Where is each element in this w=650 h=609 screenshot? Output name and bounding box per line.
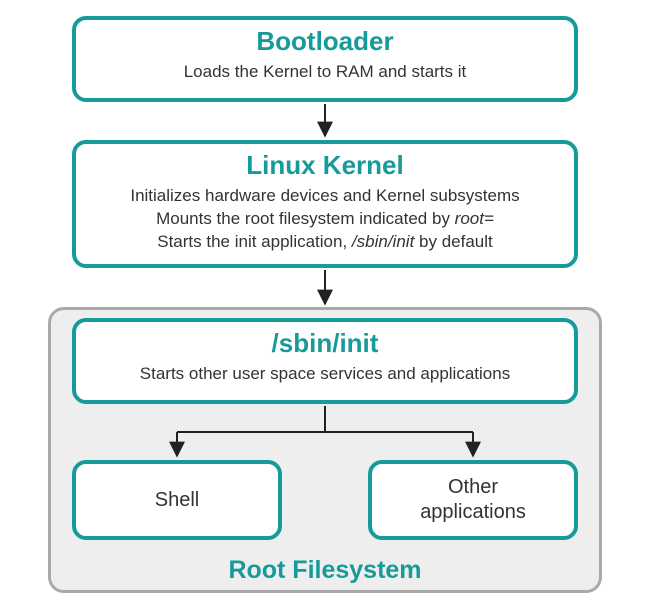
kernel-desc-line2-pre: Mounts the root filesystem indicated by [156, 209, 455, 228]
kernel-desc: Initializes hardware devices and Kernel … [76, 181, 574, 264]
kernel-box: Linux Kernel Initializes hardware device… [72, 140, 578, 268]
shell-label: Shell [155, 488, 199, 513]
other-apps-label-2: applications [420, 501, 526, 523]
shell-box: Shell [72, 460, 282, 540]
kernel-desc-line1: Initializes hardware devices and Kernel … [130, 186, 519, 205]
init-box: /sbin/init Starts other user space servi… [72, 318, 578, 404]
bootloader-desc: Loads the Kernel to RAM and starts it [76, 57, 574, 94]
kernel-title: Linux Kernel [76, 144, 574, 181]
other-apps-box: Other applications [368, 460, 578, 540]
init-title: /sbin/init [76, 322, 574, 359]
kernel-desc-line3-em: /sbin/init [352, 232, 414, 251]
other-apps-label-1: Other [448, 476, 498, 498]
bootloader-title: Bootloader [76, 20, 574, 57]
init-desc: Starts other user space services and app… [76, 359, 574, 396]
rootfs-label: Root Filesystem [48, 556, 602, 585]
kernel-desc-line2-em: root= [455, 209, 494, 228]
kernel-desc-line3-pre: Starts the init application, [157, 232, 352, 251]
kernel-desc-line3-post: by default [414, 232, 492, 251]
bootloader-box: Bootloader Loads the Kernel to RAM and s… [72, 16, 578, 102]
